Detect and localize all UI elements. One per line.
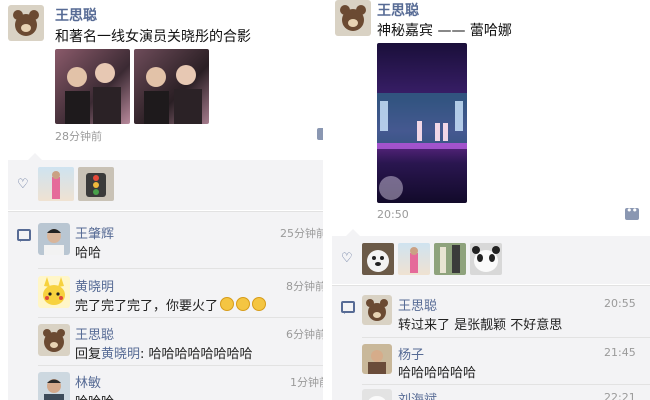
comment-text: 哈哈哈哈哈哈	[398, 366, 477, 381]
divider	[362, 337, 650, 338]
divider	[8, 211, 323, 212]
commenter-name[interactable]: 黄晓明	[75, 276, 114, 295]
divider	[38, 268, 323, 269]
liker-avatar[interactable]	[434, 243, 466, 275]
comments-area: 王肇辉 25分钟前 哈哈 黄晓明 8分钟前 完了完了完了，你要火了 王思聪 6分…	[8, 211, 323, 400]
left-moments-post: 王思聪 和著名一线女演员关晓彤的合影 28分钟前 ♡ 王肇辉 25分钟前 哈哈 …	[0, 0, 323, 400]
divider	[38, 365, 323, 366]
grin-emoji-icon	[236, 297, 251, 311]
commenter-avatar[interactable]	[362, 344, 392, 374]
liker-avatar[interactable]	[398, 243, 430, 275]
screenshot-divider	[323, 0, 330, 400]
right-moments-post: 王思聪 神秘嘉宾 —— 蕾哈娜 20:50 ♡	[330, 0, 650, 400]
post-photo-2[interactable]	[134, 49, 209, 124]
commenter-name[interactable]: 王思聪	[398, 295, 437, 314]
post-text: 和著名一线女演员关晓彤的合影	[55, 29, 251, 45]
commenter-avatar[interactable]	[38, 276, 70, 308]
commenter-name[interactable]: 王思聪	[75, 324, 114, 343]
comment-text: 转过来了 是张靓颖 不好意思	[398, 318, 563, 333]
comment-text: 完了完了完了，你要火了	[75, 295, 267, 314]
like-heart-icon: ♡	[341, 251, 353, 266]
post-video-thumbnail[interactable]	[377, 43, 467, 203]
comment-time: 20:55	[604, 297, 636, 310]
liker-avatar[interactable]	[38, 167, 74, 201]
post-text: 神秘嘉宾 —— 蕾哈娜	[377, 23, 512, 39]
commenter-avatar[interactable]	[38, 324, 70, 356]
comment-text: 哈哈	[75, 246, 102, 261]
commenter-name[interactable]: 杨子	[398, 344, 424, 363]
liker-avatar[interactable]	[470, 243, 502, 275]
likes-area: ♡	[332, 229, 650, 284]
author-avatar[interactable]	[8, 5, 44, 41]
comments-area: 王思聪 20:55 转过来了 是张靓颖 不好意思 杨子 21:45 哈哈哈哈哈哈…	[332, 285, 650, 400]
commenter-avatar[interactable]	[362, 295, 392, 325]
commenter-avatar[interactable]	[38, 372, 70, 400]
divider	[38, 317, 323, 318]
comment-icon	[17, 229, 31, 242]
reply-target-name[interactable]: 黄晓明	[101, 347, 140, 362]
liker-avatar[interactable]	[78, 167, 114, 201]
like-heart-icon: ♡	[17, 177, 29, 192]
post-time: 20:50	[377, 208, 409, 221]
post-time: 28分钟前	[55, 130, 102, 143]
comment-icon	[341, 301, 355, 314]
liker-avatar[interactable]	[362, 243, 394, 275]
comment-time: 21:45	[604, 346, 636, 359]
commenter-name[interactable]: 林敏	[75, 372, 101, 391]
divider	[362, 384, 650, 385]
comment-time: 6分钟前	[286, 328, 323, 341]
likes-area: ♡	[8, 153, 323, 210]
commenter-name[interactable]: 刘海斌	[398, 389, 437, 400]
more-icon[interactable]	[625, 204, 639, 220]
comment-time: 8分钟前	[286, 280, 323, 293]
post-author-name[interactable]: 王思聪	[55, 5, 97, 25]
post-photo-1[interactable]	[55, 49, 130, 124]
grin-emoji-icon	[220, 297, 235, 311]
author-avatar[interactable]	[335, 0, 371, 36]
post-author-name[interactable]: 王思聪	[377, 0, 419, 20]
comment-time: 22:21	[604, 391, 636, 400]
comment-text: 哈哈哈	[75, 391, 114, 400]
comment-time: 25分钟前	[280, 227, 323, 240]
comment-time: 1分钟前	[290, 376, 323, 389]
commenter-name[interactable]: 王肇辉	[75, 223, 114, 242]
grin-emoji-icon	[252, 297, 267, 311]
divider	[332, 285, 650, 286]
commenter-avatar[interactable]	[38, 223, 70, 255]
commenter-avatar[interactable]	[362, 389, 392, 400]
reply-text: 回复黄晓明: 哈哈哈哈哈哈哈哈	[75, 347, 253, 362]
